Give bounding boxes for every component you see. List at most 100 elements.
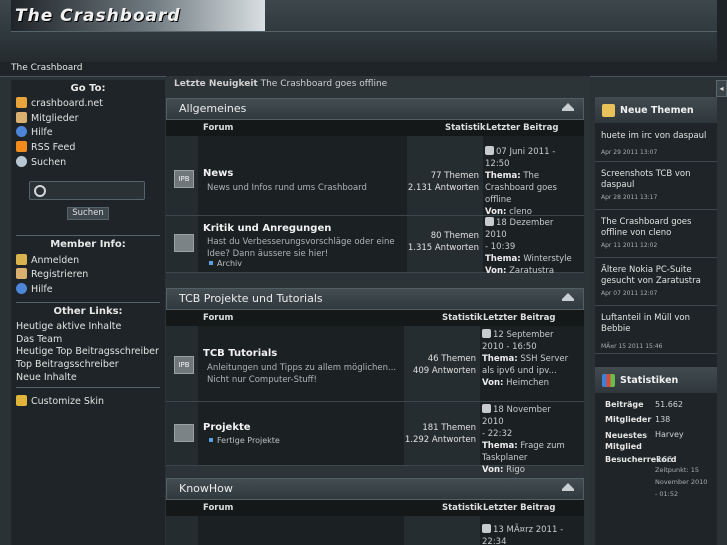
goto-crashboard-link[interactable]: crashboard.net bbox=[16, 97, 103, 109]
new-topic-item[interactable]: The Crashboard goes offline von cleno Apr… bbox=[595, 213, 717, 258]
last-post-topic-cont[interactable]: Crashboard goes bbox=[485, 183, 557, 193]
forum-title[interactable]: TCB Tutorials bbox=[203, 348, 277, 359]
thema-label: Thema: bbox=[485, 171, 521, 181]
last-post-icon[interactable] bbox=[482, 404, 491, 413]
forum-row: IPB TCB Tutorials Anleitungen und Tipps … bbox=[166, 326, 584, 402]
customize-skin-link[interactable]: Customize Skin bbox=[16, 395, 104, 407]
sidebar-toggle-icon[interactable]: ◂ bbox=[716, 80, 727, 97]
last-post-icon[interactable] bbox=[485, 146, 494, 155]
new-topic-item[interactable]: Screenshots TCB von daspaul Apr 28 2011 1… bbox=[595, 165, 717, 210]
category-title[interactable]: KnowHow bbox=[179, 482, 233, 495]
new-content-link[interactable]: Neue Inhalte bbox=[16, 372, 77, 383]
register-icon bbox=[16, 268, 27, 279]
goto-hilfe-link[interactable]: Hilfe bbox=[16, 126, 53, 138]
search-input[interactable] bbox=[29, 181, 145, 200]
thema-label: Thema: bbox=[485, 254, 521, 264]
team-link[interactable]: Das Team bbox=[16, 334, 62, 345]
stats-header: Statistiken bbox=[595, 367, 717, 393]
last-post-topic[interactable]: The bbox=[523, 171, 539, 181]
newest-member-link[interactable]: Harvey bbox=[655, 430, 684, 439]
last-post-author[interactable]: Zaratustra bbox=[509, 266, 554, 276]
category-header: KnowHow bbox=[166, 478, 584, 500]
topics-count: 46 Themen bbox=[427, 354, 476, 364]
new-topic-item[interactable]: Ältere Nokia PC-Suite gesucht von Zaratu… bbox=[595, 261, 717, 306]
last-post-topic[interactable]: Frage zum bbox=[520, 441, 564, 451]
topic-title[interactable]: Luftanteil in Müll bbox=[601, 313, 672, 323]
subforum-link[interactable]: Fertige Projekte bbox=[209, 436, 280, 445]
collapse-icon[interactable] bbox=[562, 103, 574, 111]
last-post-topic-cont[interactable]: als ipv6 und ipv... bbox=[482, 366, 557, 376]
replies-count: 1.292 Antworten bbox=[404, 435, 476, 445]
last-post-icon[interactable] bbox=[482, 329, 491, 338]
topic-title[interactable]: Screenshots TCB bbox=[601, 169, 672, 179]
topic-author[interactable]: daspaul bbox=[601, 180, 634, 190]
home-icon bbox=[16, 97, 27, 108]
topic-author[interactable]: cleno bbox=[648, 228, 671, 238]
topic-title[interactable]: The Crashboard goes offline bbox=[601, 217, 691, 238]
col-forum: Forum bbox=[203, 313, 234, 323]
new-topic-item[interactable]: huete im irc von daspaul Apr 29 2011 13:0… bbox=[595, 127, 717, 162]
last-post-author[interactable]: Heimchen bbox=[506, 378, 549, 388]
col-forum: Forum bbox=[203, 503, 234, 513]
latest-news: Letzte Neuigkeit The Crashboard goes off… bbox=[174, 79, 387, 89]
last-post-topic-cont[interactable]: Taskplaner bbox=[482, 453, 527, 463]
forum-icon-cell bbox=[166, 402, 198, 465]
forum-title[interactable]: News bbox=[203, 168, 233, 179]
category-header: Allgemeines bbox=[166, 98, 584, 120]
replies-count: 409 Antworten bbox=[412, 366, 476, 376]
link-label: Hilfe bbox=[31, 127, 53, 138]
topic-text: The Crashboard goes offline von cleno bbox=[601, 217, 713, 239]
last-post-author[interactable]: Rigo bbox=[506, 465, 525, 475]
topic-text: Screenshots TCB von daspaul bbox=[601, 169, 713, 191]
col-letzter: Letzter Beitrag bbox=[483, 313, 556, 323]
record-note: Zeitpunkt: 15 bbox=[655, 466, 700, 474]
topic-author[interactable]: daspaul bbox=[673, 131, 706, 141]
help-icon bbox=[16, 283, 27, 294]
palette-icon bbox=[16, 395, 27, 406]
topic-author[interactable]: Bebbie bbox=[601, 324, 630, 334]
topic-author[interactable]: Zaratustra bbox=[656, 276, 701, 286]
last-post-icon[interactable] bbox=[482, 524, 491, 533]
last-post-topic[interactable]: Winterstyle bbox=[523, 254, 571, 264]
subforum-link[interactable]: Archiv bbox=[209, 259, 242, 268]
top-posters-link[interactable]: Top Beitragsschreiber bbox=[16, 359, 119, 370]
new-topic-item[interactable]: Luftanteil in Müll von Bebbie MÃ¤r 15 201… bbox=[595, 309, 717, 354]
last-post-time: 2010 - 16:50 bbox=[482, 342, 537, 352]
last-post-icon[interactable] bbox=[485, 217, 494, 226]
last-post-topic-cont[interactable]: offline bbox=[485, 195, 511, 205]
collapse-icon[interactable] bbox=[562, 293, 574, 301]
last-post-topic[interactable]: SSH Server bbox=[520, 354, 568, 364]
category-title[interactable]: Allgemeines bbox=[179, 102, 246, 115]
member-help-link[interactable]: Hilfe bbox=[16, 283, 53, 295]
von-label: Von: bbox=[482, 378, 504, 388]
login-link[interactable]: Anmelden bbox=[16, 254, 79, 266]
collapse-icon[interactable] bbox=[562, 483, 574, 491]
breadcrumb-home[interactable]: The Crashboard bbox=[11, 63, 82, 73]
forum-title[interactable]: Projekte bbox=[203, 422, 251, 433]
col-letzter: Letzter Beitrag bbox=[483, 503, 556, 513]
search-button[interactable]: Suchen bbox=[67, 207, 109, 220]
von-label: Von: bbox=[485, 266, 507, 276]
link-label: Mitglieder bbox=[31, 113, 79, 124]
goto-suchen-link[interactable]: Suchen bbox=[16, 156, 66, 168]
link-label: Customize Skin bbox=[31, 396, 105, 407]
forum-title[interactable]: Kritik und Anregungen bbox=[203, 223, 331, 234]
goto-mitglieder-link[interactable]: Mitglieder bbox=[16, 112, 79, 124]
topic-text: huete im irc von daspaul bbox=[601, 131, 713, 142]
col-statistik: Statistik bbox=[442, 503, 483, 513]
today-active-link[interactable]: Heutige aktive Inhalte bbox=[16, 321, 121, 332]
today-top-posters-link[interactable]: Heutige Top Beitragsschreiber bbox=[16, 346, 159, 357]
topic-title[interactable]: huete im irc bbox=[601, 131, 652, 141]
stat-value: 166 bbox=[657, 455, 673, 464]
category-title[interactable]: TCB Projekte und Tutorials bbox=[179, 292, 323, 305]
goto-rss-link[interactable]: RSS Feed bbox=[16, 141, 75, 153]
link-label: Suchen bbox=[31, 157, 67, 168]
news-link[interactable]: The Crashboard goes offline bbox=[261, 79, 388, 89]
record-note: November 2010 bbox=[655, 478, 708, 486]
von-label: von bbox=[654, 131, 671, 141]
column-header: Forum Statistik Letzter Beitrag bbox=[166, 310, 584, 326]
topics-count: 80 Themen bbox=[430, 231, 479, 241]
stat-label-text: Beiträge bbox=[605, 400, 644, 409]
register-link[interactable]: Registrieren bbox=[16, 268, 88, 280]
site-logo[interactable]: The Crashboard bbox=[11, 0, 265, 31]
